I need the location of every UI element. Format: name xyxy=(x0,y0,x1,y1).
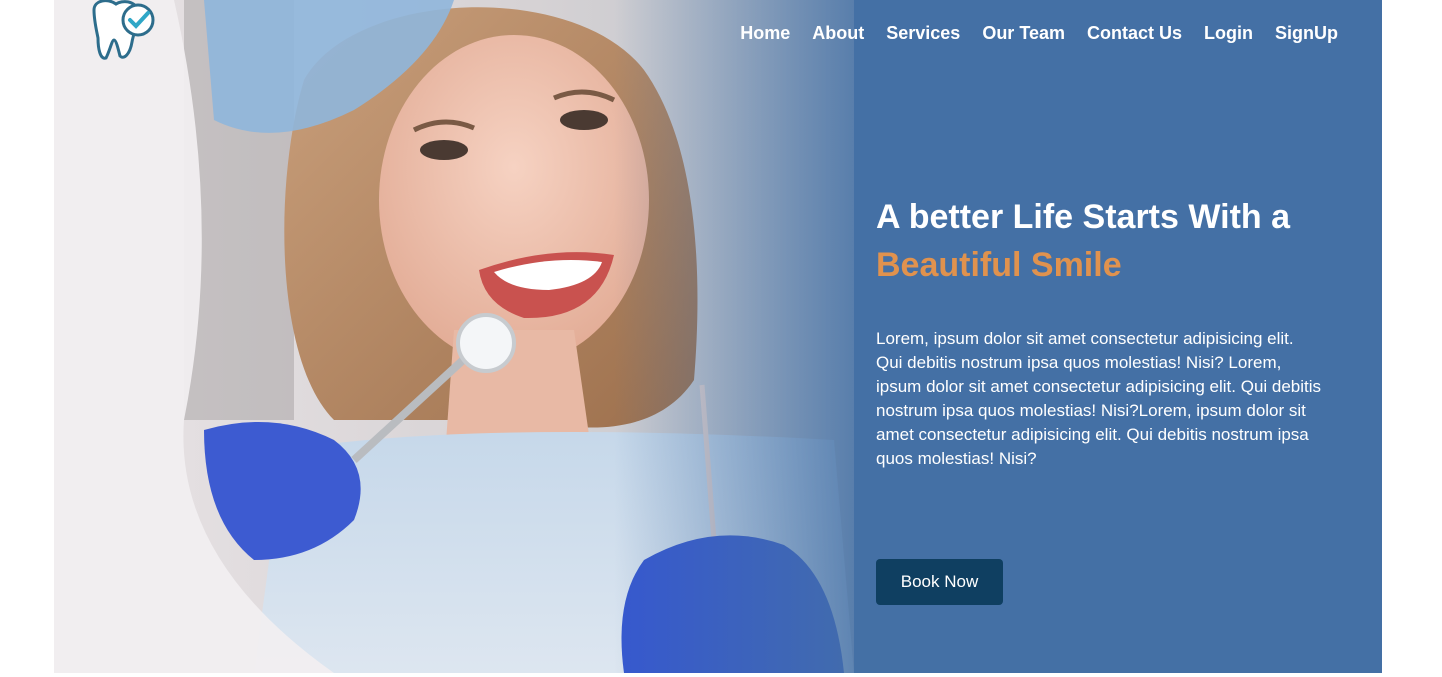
tooth-check-icon xyxy=(86,0,160,66)
hero-content: A better Life Starts With a Beautiful Sm… xyxy=(876,193,1326,471)
book-now-button[interactable]: Book Now xyxy=(876,559,1003,605)
logo[interactable] xyxy=(86,0,160,62)
nav-login-link[interactable]: Login xyxy=(1204,20,1253,46)
hero-headline-text: A better Life Starts With a xyxy=(876,198,1291,236)
nav-contact-us-link[interactable]: Contact Us xyxy=(1087,20,1182,46)
hero-headline: A better Life Starts With a Beautiful Sm… xyxy=(876,193,1326,289)
hero-section: Home About Services Our Team Contact Us … xyxy=(54,0,1382,673)
hero-headline-accent: Beautiful Smile xyxy=(876,246,1122,284)
nav-home-link[interactable]: Home xyxy=(740,20,790,46)
photo-fade-overlay xyxy=(614,0,854,673)
nav-services-link[interactable]: Services xyxy=(886,20,960,46)
nav-about-link[interactable]: About xyxy=(812,20,864,46)
nav-our-team-link[interactable]: Our Team xyxy=(982,20,1065,46)
hero-description: Lorem, ipsum dolor sit amet consectetur … xyxy=(876,329,1322,468)
main-nav: Home About Services Our Team Contact Us … xyxy=(718,20,1338,46)
hero-photo xyxy=(54,0,854,673)
nav-signup-link[interactable]: SignUp xyxy=(1275,20,1338,46)
